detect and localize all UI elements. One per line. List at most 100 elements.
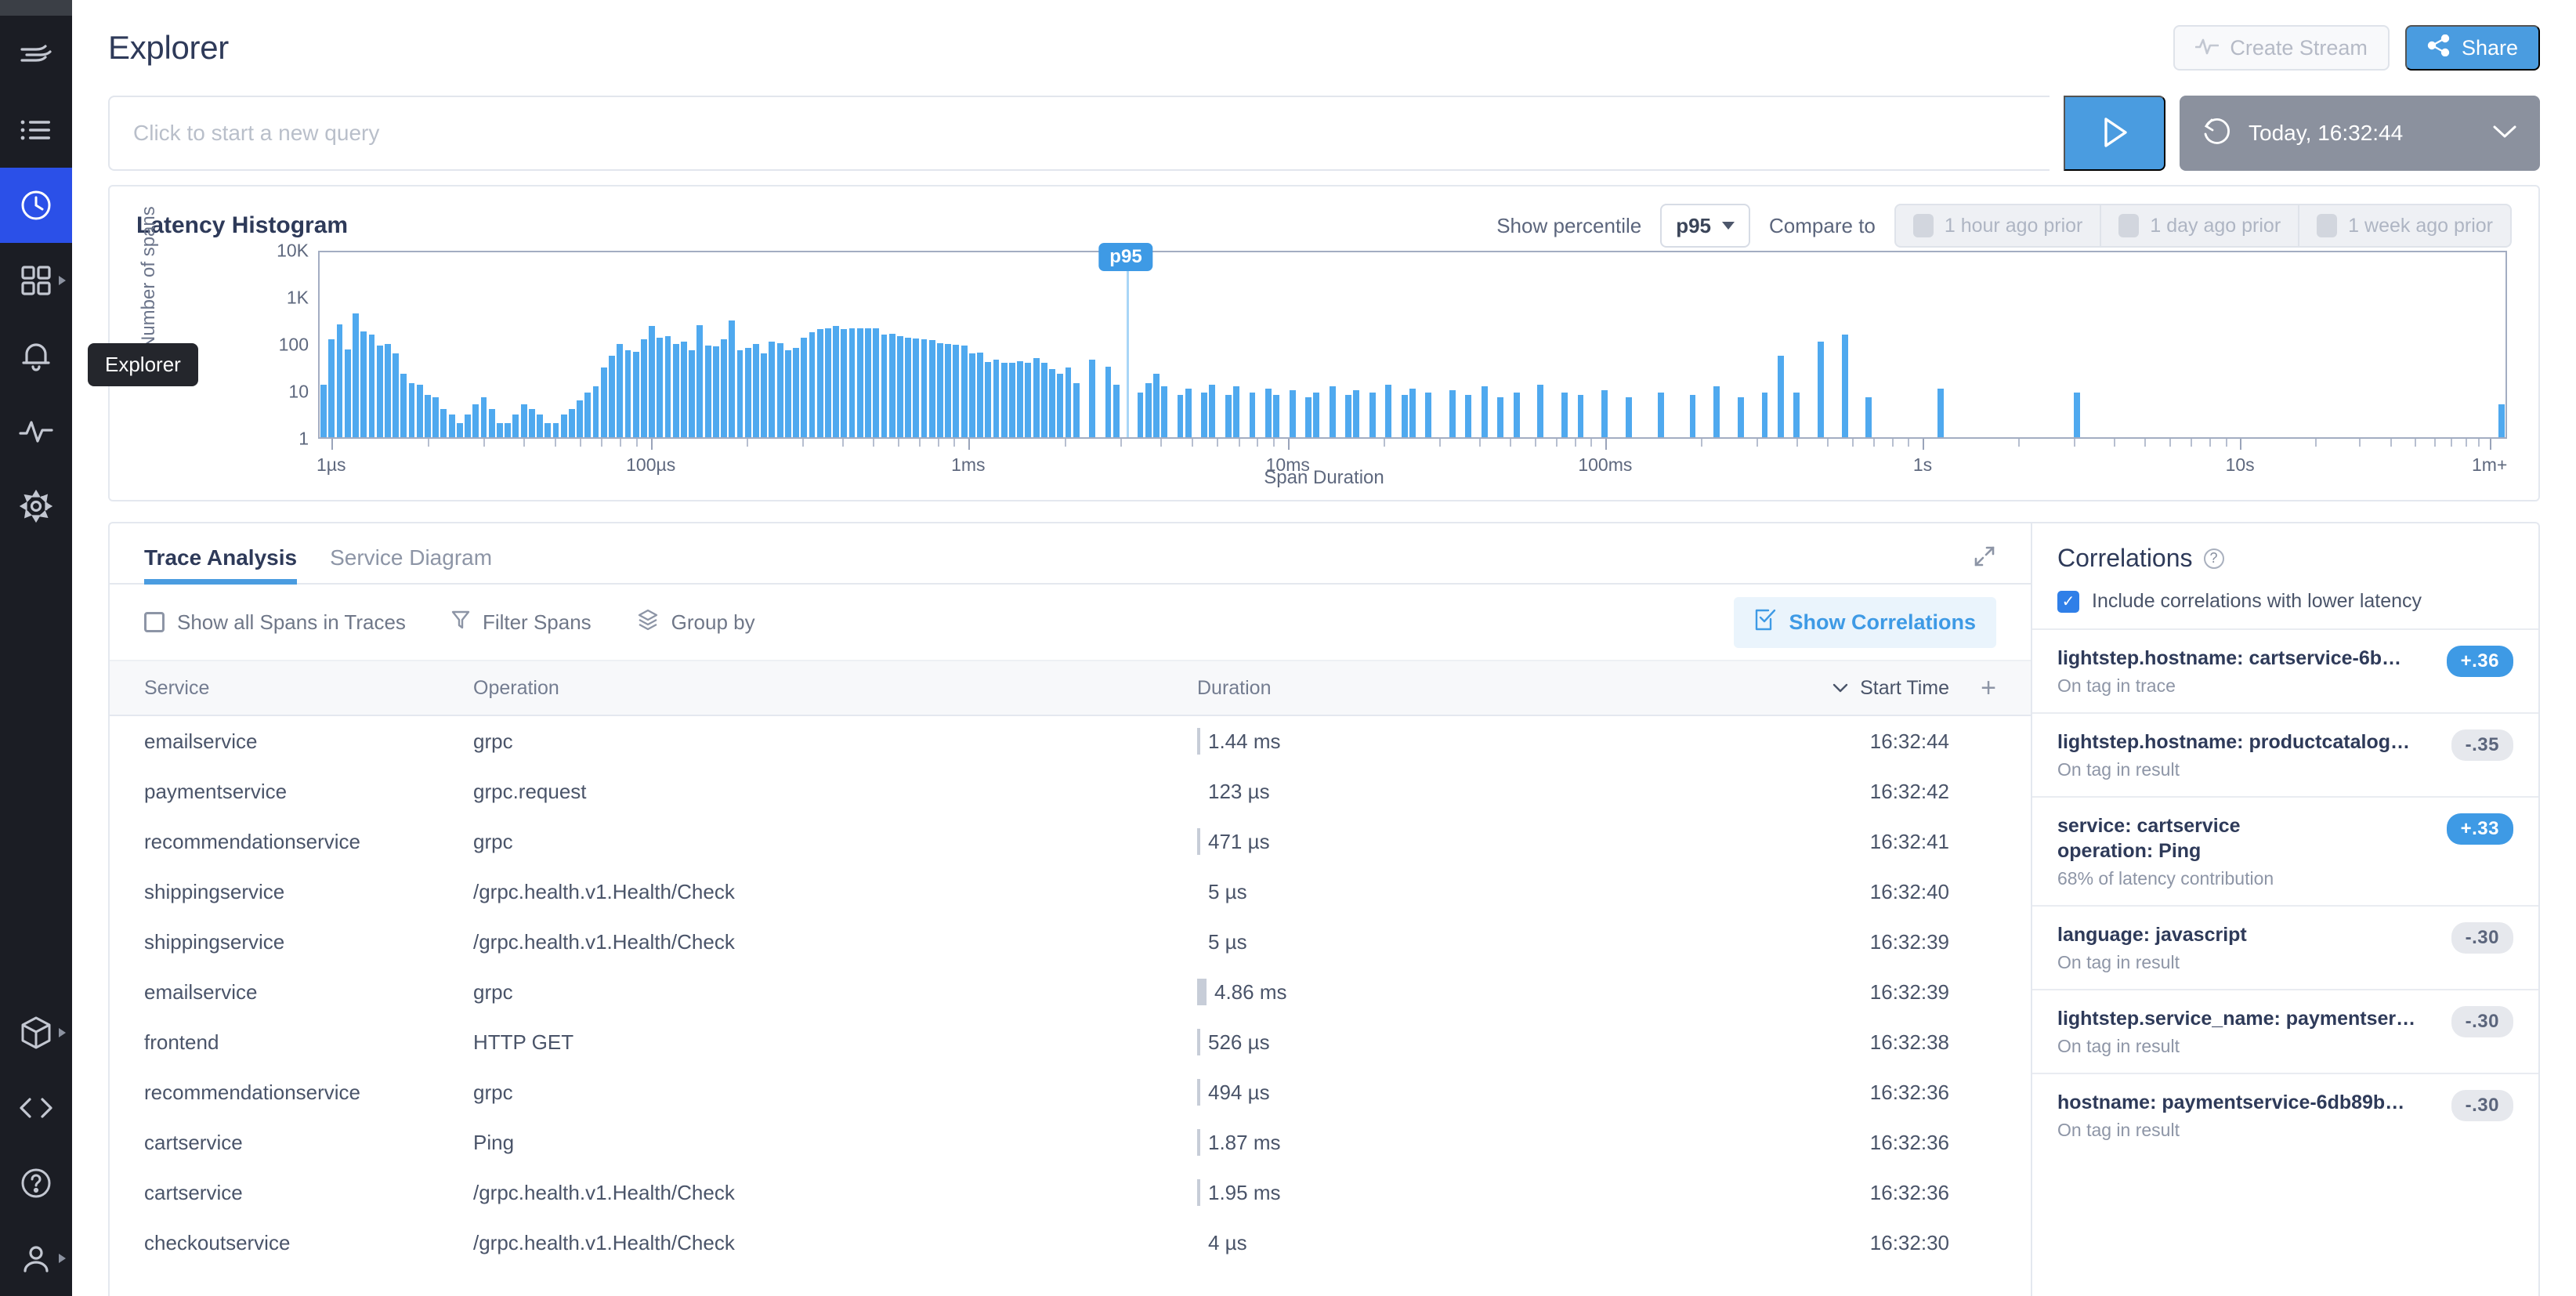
- histogram-bar: [968, 353, 975, 437]
- table-row[interactable]: recommendationservice grpc 471 µs 16:32:41: [110, 816, 2031, 867]
- add-column-button[interactable]: +: [1949, 673, 1996, 704]
- x-axis-minor-tick: [1908, 439, 1910, 447]
- cell-duration: 5 µs: [1197, 929, 1683, 955]
- cell-operation: /grpc.health.v1.Health/Check: [473, 929, 735, 954]
- duration-value: 1.44 ms: [1208, 729, 1281, 753]
- histogram-bar: [888, 333, 895, 437]
- duration-value: 5 µs: [1208, 879, 1247, 903]
- tab-service-diagram[interactable]: Service Diagram: [330, 545, 492, 583]
- table-row[interactable]: shippingservice/grpc.health.v1.Health/Ch…: [110, 867, 2031, 917]
- create-stream-button[interactable]: Create Stream: [2173, 25, 2390, 71]
- correlation-item[interactable]: language: javascript On tag in result -.30: [2032, 905, 2538, 989]
- share-button[interactable]: Share: [2404, 25, 2540, 71]
- list-icon: [20, 118, 52, 142]
- histogram-bar: [649, 326, 655, 437]
- app-root: Explorer Create Stream Share Click to st…: [0, 0, 2576, 1296]
- duration-bar: [1197, 1179, 1200, 1206]
- histogram-bar: [465, 415, 471, 437]
- sidebar-item-help[interactable]: [0, 1146, 72, 1221]
- table-row[interactable]: emailservice grpc 4.86 ms 16:32:39: [110, 967, 2031, 1017]
- compare-1-hour[interactable]: 1 hour ago prior: [1896, 205, 2102, 246]
- histogram-bar: [1561, 392, 1568, 437]
- table-row[interactable]: cartservice Ping 1.87 ms 16:32:36: [110, 1117, 2031, 1167]
- x-axis-minor-tick: [1439, 439, 1442, 447]
- sidebar-item-alerts[interactable]: [0, 318, 72, 393]
- histogram-bar: [472, 404, 479, 437]
- tab-trace-analysis[interactable]: Trace Analysis: [144, 545, 298, 585]
- sidebar-item-explorer[interactable]: [0, 168, 72, 243]
- percentile-select[interactable]: p95: [1660, 204, 1751, 248]
- histogram-bar: [1818, 341, 1824, 437]
- time-range-label: Today, 16:32:44: [2249, 121, 2404, 145]
- histogram-bar: [784, 350, 791, 437]
- compare-1-week[interactable]: 1 week ago prior: [2299, 205, 2510, 246]
- x-axis-minor-tick: [1217, 439, 1219, 447]
- sidebar-item-settings[interactable]: [0, 469, 72, 544]
- histogram-bar: [2074, 392, 2080, 437]
- column-header-duration[interactable]: Duration: [1197, 677, 1683, 700]
- question-icon: [20, 1167, 52, 1200]
- duration-bar: [1197, 828, 1200, 855]
- table-row[interactable]: checkoutservice/grpc.health.v1.Health/Ch…: [110, 1218, 2031, 1268]
- expand-panel-button[interactable]: [1973, 545, 1996, 583]
- histogram-bar: [552, 422, 559, 437]
- question-icon[interactable]: ?: [2203, 548, 2224, 569]
- trace-toolbar: Show all Spans in Traces Filter Spans Gr…: [110, 585, 2031, 660]
- correlation-item[interactable]: hostname: paymentservice-6db89b… On tag i…: [2032, 1073, 2538, 1157]
- table-row[interactable]: emailservice grpc 1.44 ms 16:32:44: [110, 716, 2031, 766]
- histogram-bar: [1409, 388, 1416, 437]
- histogram-bar: [1025, 363, 1032, 437]
- correlation-item[interactable]: service: cartservice operation: Ping 68% o…: [2032, 796, 2538, 905]
- duration-bar: [1197, 778, 1200, 805]
- histogram-plot-area[interactable]: [318, 251, 2507, 439]
- x-axis-minor-tick: [2074, 439, 2076, 447]
- x-axis-minor-tick: [636, 439, 639, 447]
- x-axis-minor-tick: [2390, 439, 2392, 447]
- query-input-wrapper[interactable]: [108, 96, 2050, 171]
- show-correlations-button[interactable]: Show Correlations: [1734, 596, 1996, 648]
- table-row[interactable]: frontend HTTP GET 526 µs 16:32:38: [110, 1017, 2031, 1067]
- sidebar-item-logo[interactable]: [0, 17, 72, 92]
- run-query-button[interactable]: [2064, 96, 2165, 171]
- correlation-subtitle: On tag in result: [2057, 952, 2180, 972]
- include-lower-latency-toggle[interactable]: ✓ Include correlations with lower latenc…: [2057, 590, 2513, 613]
- query-input[interactable]: [110, 97, 2050, 169]
- duration-bar: [1197, 1129, 1200, 1156]
- show-all-spans-toggle[interactable]: Show all Spans in Traces: [144, 610, 406, 635]
- column-header-service[interactable]: Service: [144, 677, 473, 700]
- sidebar-item-developer[interactable]: [0, 1070, 72, 1146]
- histogram-bar: [1537, 385, 1544, 437]
- filter-spans-button[interactable]: Filter Spans: [451, 610, 592, 635]
- sidebar-item-account[interactable]: [0, 1221, 72, 1296]
- sidebar-item-packages[interactable]: [0, 995, 72, 1070]
- page-title: Explorer: [108, 29, 229, 66]
- correlation-score-badge: -.30: [2451, 922, 2513, 954]
- correlation-item[interactable]: lightstep.hostname: productcatalog… On ta…: [2032, 712, 2538, 796]
- column-header-start-time[interactable]: Start Time: [1683, 677, 1949, 700]
- x-axis-minor-tick: [1556, 439, 1558, 447]
- histogram-bar: [681, 341, 687, 437]
- duration-bar: [1197, 1229, 1200, 1256]
- correlation-item[interactable]: lightstep.service_name: paymentser… On ta…: [2032, 989, 2538, 1073]
- swatch-icon: [2118, 214, 2140, 237]
- histogram-bar: [937, 343, 943, 437]
- table-row[interactable]: cartservice/grpc.health.v1.Health/Check 1…: [110, 1167, 2031, 1218]
- correlation-item[interactable]: lightstep.hostname: cartservice-6b… On ta…: [2032, 628, 2538, 712]
- x-axis-minor-tick: [580, 439, 582, 447]
- histogram-bar: [1625, 397, 1632, 437]
- table-row[interactable]: shippingservice/grpc.health.v1.Health/Ch…: [110, 917, 2031, 967]
- sidebar-item-dashboards[interactable]: [0, 243, 72, 318]
- group-by-button[interactable]: Group by: [637, 609, 755, 636]
- table-row[interactable]: recommendationservice grpc 494 µs 16:32:36: [110, 1067, 2031, 1117]
- histogram-bar: [1233, 386, 1239, 437]
- histogram-bar: [545, 422, 552, 437]
- histogram-bar: [809, 332, 816, 437]
- compare-1-day[interactable]: 1 day ago prior: [2101, 205, 2300, 246]
- show-all-spans-label: Show all Spans in Traces: [177, 610, 406, 634]
- sidebar-item-metrics[interactable]: [0, 393, 72, 469]
- time-range-picker[interactable]: Today, 16:32:44: [2180, 96, 2540, 171]
- sidebar-item-list[interactable]: [0, 92, 72, 168]
- histogram-bar: [1000, 363, 1008, 437]
- column-header-operation[interactable]: Operation: [473, 677, 1197, 700]
- table-row[interactable]: paymentservice grpc.request 123 µs 16:32:42: [110, 766, 2031, 816]
